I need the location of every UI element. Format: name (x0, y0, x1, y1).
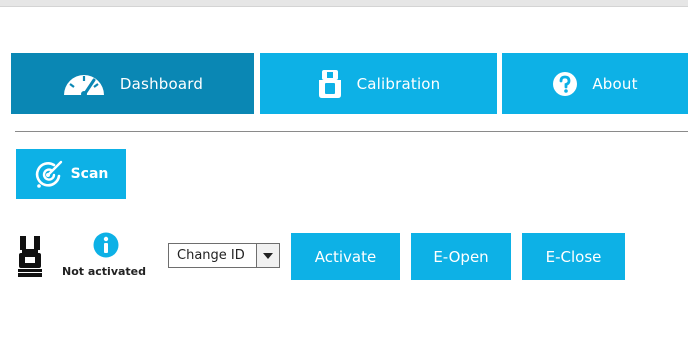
radar-scan-icon (34, 159, 64, 189)
tab-dashboard[interactable]: Dashboard (11, 53, 254, 114)
section-divider (15, 131, 688, 132)
tab-bar: Dashboard Calibration About (11, 53, 688, 114)
activate-button[interactable]: Activate (291, 233, 400, 280)
top-border (0, 0, 688, 7)
tab-calibration[interactable]: Calibration (260, 53, 497, 114)
dropdown-arrow-icon[interactable] (257, 244, 279, 267)
tab-calibration-label: Calibration (356, 74, 441, 93)
scan-button[interactable]: Scan (16, 149, 126, 199)
tab-about-label: About (592, 74, 638, 93)
activation-status: Not activated (62, 265, 147, 278)
question-icon (552, 71, 578, 97)
scan-label: Scan (70, 166, 109, 182)
info-icon (93, 232, 119, 258)
e-open-button[interactable]: E-Open (411, 233, 511, 280)
speedometer-icon (62, 72, 106, 96)
change-id-select[interactable]: Change ID (168, 243, 280, 268)
change-id-value: Change ID (169, 244, 257, 267)
gripper-calibration-icon (317, 69, 343, 99)
e-close-button[interactable]: E-Close (522, 233, 625, 280)
gripper-icon (17, 236, 43, 278)
tab-about[interactable]: About (502, 53, 688, 114)
tab-dashboard-label: Dashboard (119, 74, 204, 93)
